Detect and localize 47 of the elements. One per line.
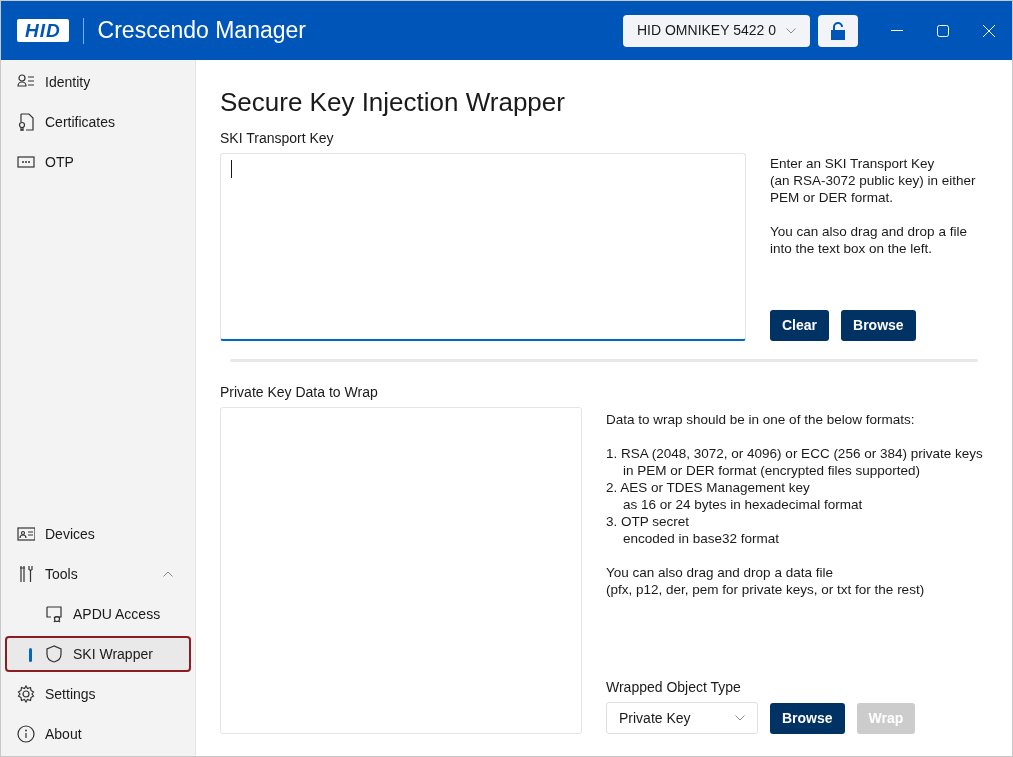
window-title: Crescendo Manager (97, 16, 306, 46)
section-label: SKI Transport Key (220, 129, 335, 148)
help-heading: Data to wrap should be in one of the below formats: (606, 411, 916, 428)
dots-box-icon (17, 153, 35, 171)
format-item: 3. OTP secret encoded in base32 format (606, 513, 781, 547)
nav-item[interactable]: Identity (5, 64, 191, 100)
chevron-down-icon (735, 715, 745, 721)
page-title: Secure Key Injection Wrapper (220, 86, 566, 118)
minimize-icon (891, 29, 903, 32)
info-icon (17, 725, 35, 743)
chevron-up-icon (163, 571, 173, 577)
nav-item[interactable]: Certificates (5, 104, 191, 140)
lock-button[interactable] (818, 14, 858, 47)
field-label: Wrapped Object Type (606, 679, 742, 696)
maximize-icon (937, 24, 949, 37)
action-button[interactable]: Browse (770, 702, 845, 734)
section-label: Private Key Data to Wrap (220, 383, 379, 402)
close-icon (983, 24, 995, 37)
transport-key-field[interactable] (220, 153, 746, 341)
lock-icon (831, 21, 845, 40)
action-button[interactable]: Clear (770, 310, 830, 341)
format-item: 1. RSA (2048, 3072, or 4096) or ECC (256 or 384) private keys in PEM or DER format (encrypted files supported) (606, 445, 983, 479)
monitor-icon (45, 605, 63, 623)
nav-item[interactable]: OTP (5, 144, 191, 180)
nav-item[interactable]: APDU Access (5, 596, 191, 632)
text-caret (231, 160, 232, 178)
nav-item[interactable]: SKI Wrapper (5, 636, 191, 672)
nav-item[interactable]: About (5, 716, 191, 752)
shield-icon (45, 645, 63, 663)
action-button[interactable]: Browse (841, 310, 916, 341)
nav-item[interactable]: Devices (5, 516, 191, 552)
nav-item[interactable]: Tools (5, 556, 191, 592)
device-select[interactable]: HID OMNIKEY 5422 0 (622, 14, 810, 47)
help-text: You can also drag and drop a data file (pfx, p12, der, pem for private keys, or txt for the rest) (606, 564, 926, 598)
selection-indicator (29, 648, 32, 662)
nav-item[interactable]: Settings (5, 676, 191, 712)
format-item: 2. AES or TDES Management key as 16 or 24 bytes in hexadecimal format (606, 479, 864, 513)
tools-icon (17, 565, 35, 583)
id-card-icon (17, 525, 35, 543)
object-type-select[interactable]: Private Key (606, 702, 758, 734)
help-text: You can also drag and drop a file into the text box on the left. (770, 223, 968, 257)
help-text: Enter an SKI Transport Key (an RSA-3072 public key) in either PEM or DER format. (770, 155, 976, 206)
chevron-down-icon (786, 27, 796, 34)
logo: HID (17, 19, 69, 42)
private-key-field[interactable] (220, 407, 582, 734)
settings-icon (17, 685, 35, 703)
certificate-icon (17, 113, 35, 131)
